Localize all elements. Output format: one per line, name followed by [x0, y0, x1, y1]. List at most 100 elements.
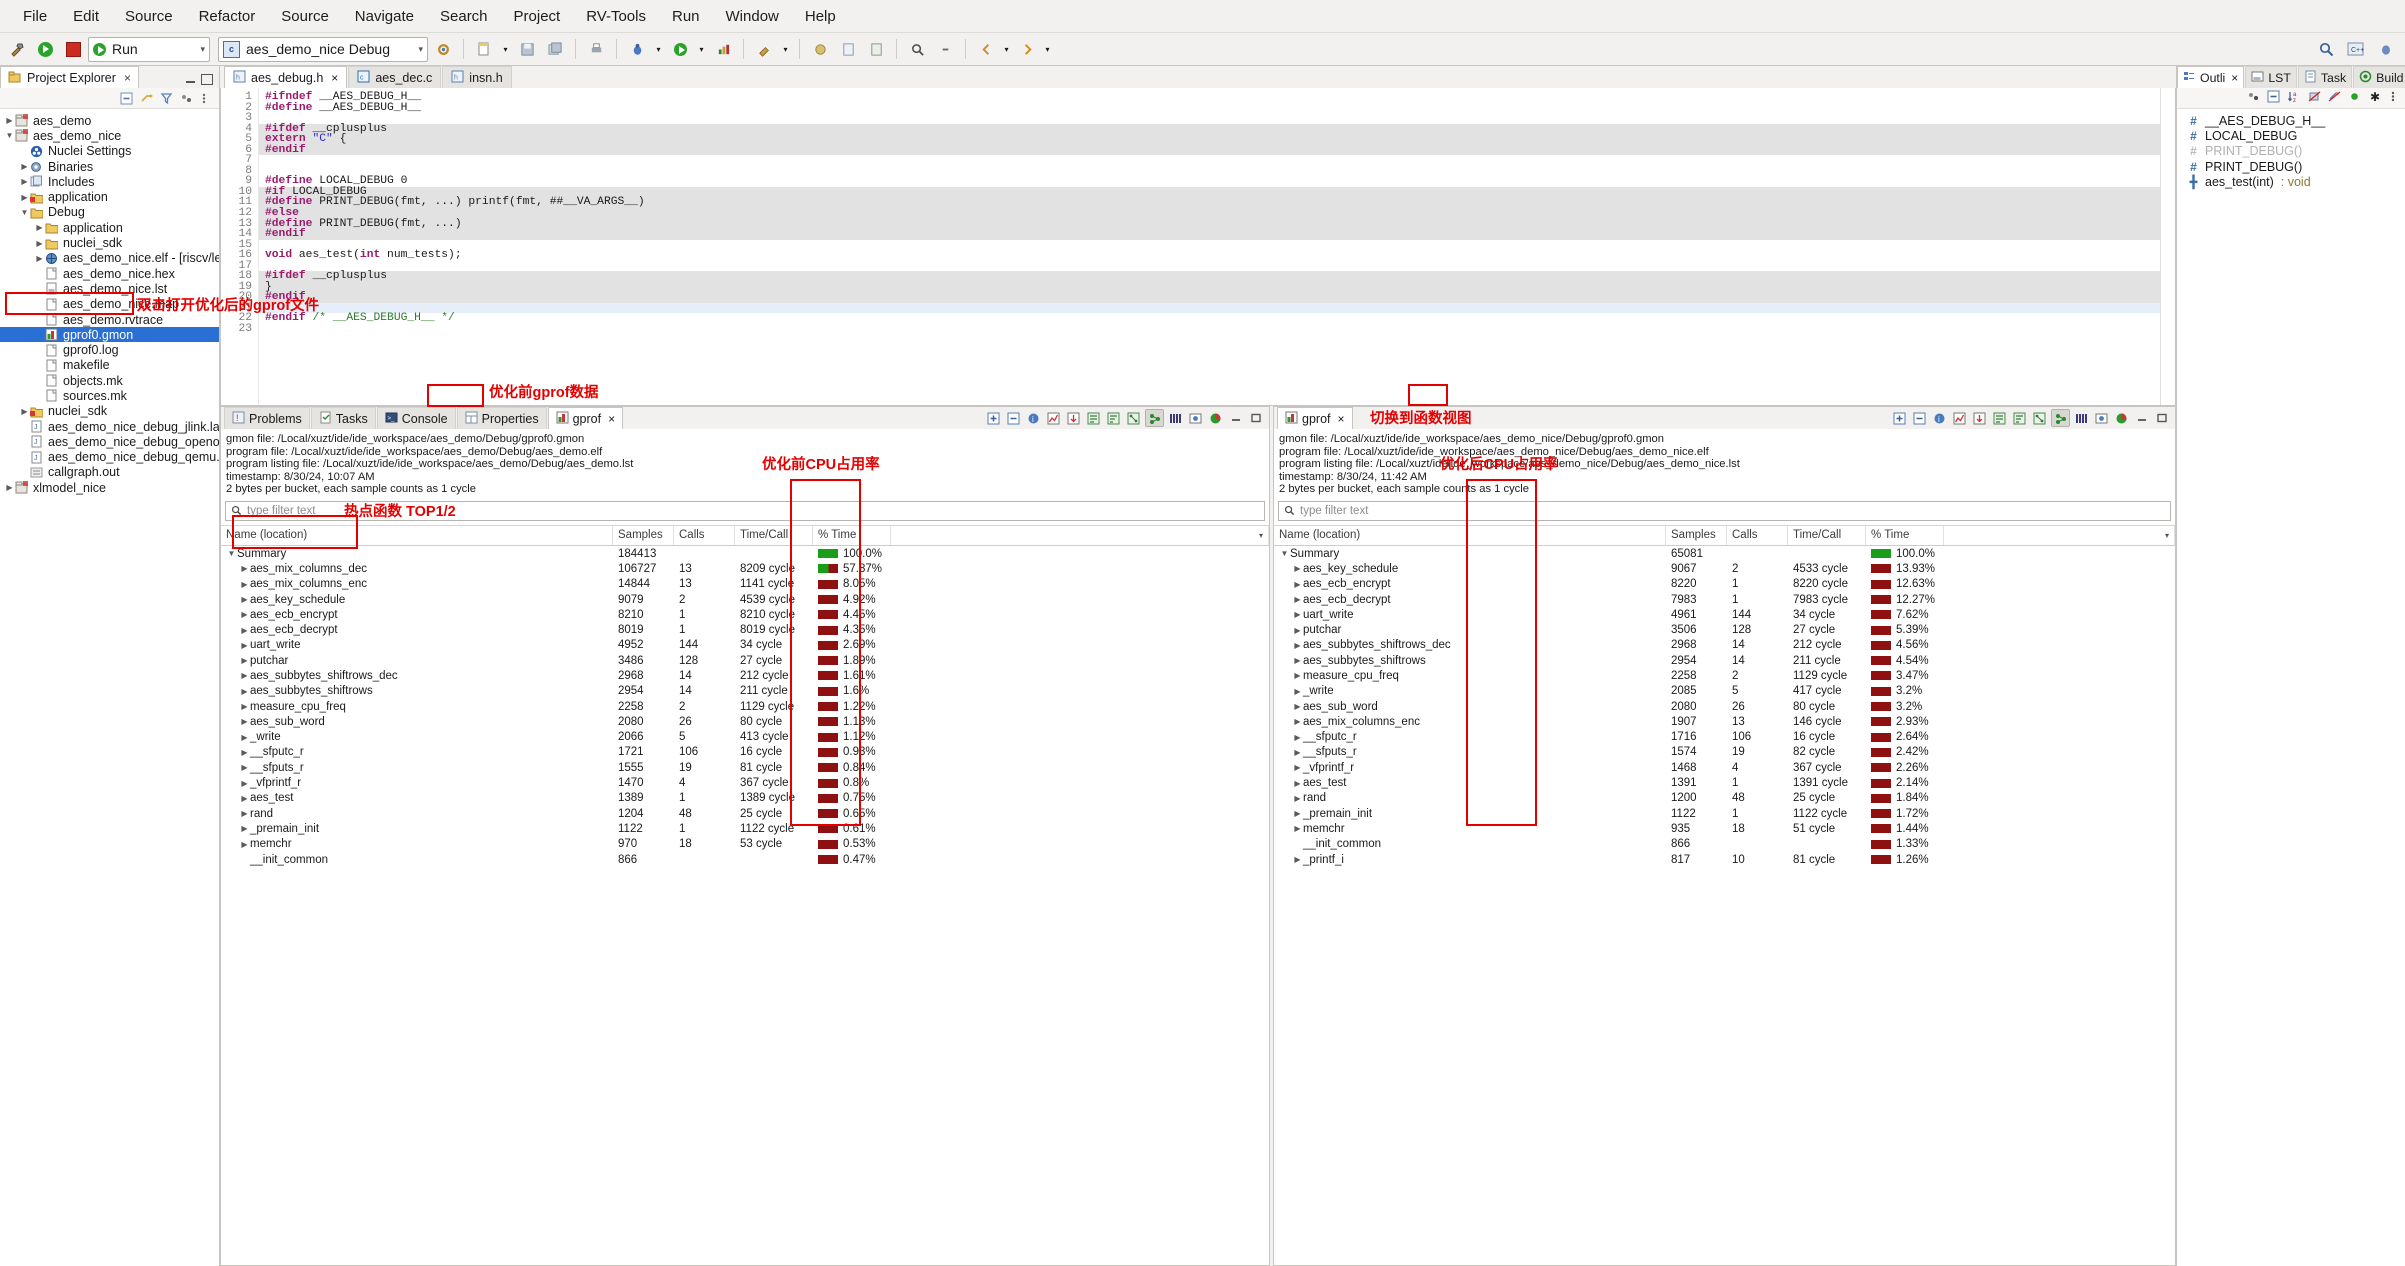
column-header-samples[interactable]: Samples [1666, 525, 1727, 545]
table-row[interactable]: ▶ aes_key_schedule 9079 2 4539 cycle 4.92% [221, 592, 1269, 607]
column-header-time-call[interactable]: Time/Call [735, 525, 813, 545]
editor-tab-aes-dec-c[interactable]: c aes_dec.c [348, 66, 442, 88]
tree-item-includes[interactable]: ▶ Includes [0, 174, 219, 189]
editor-tab-insn-h[interactable]: h insn.h [442, 66, 512, 88]
column-header-name-location-[interactable]: Name (location) [1274, 525, 1666, 545]
close-icon[interactable]: × [608, 412, 615, 426]
menu-item-help[interactable]: Help [792, 5, 849, 28]
table-row[interactable]: ▶ _premain_init 1122 1 1122 cycle 1.72% [1274, 806, 2175, 821]
table-row[interactable]: ▶ uart_write 4961 144 34 cycle 7.62% [1274, 607, 2175, 622]
collapse-all-icon[interactable] [1911, 410, 1928, 426]
chevron-right-icon[interactable]: ▶ [1292, 717, 1303, 726]
column-header-calls[interactable]: Calls [1727, 525, 1788, 545]
chevron-right-icon[interactable]: ▶ [1292, 595, 1303, 604]
chevron-right-icon[interactable]: ▶ [239, 717, 250, 726]
tab-build[interactable]: Build [2353, 66, 2405, 88]
new-file-button[interactable] [471, 36, 497, 62]
run-dropdown[interactable]: ▾ [695, 36, 708, 62]
project-tree[interactable]: ▶aes_demo▼aes_demo_nice▶Nuclei Settings▶… [0, 109, 219, 1266]
back-dropdown[interactable]: ▾ [1001, 36, 1012, 62]
table-row[interactable]: ▶ aes_subbytes_shiftrows 2954 14 211 cycle 4.… [1274, 653, 2175, 668]
pie-chart-icon[interactable] [2113, 410, 2130, 426]
table-body-after[interactable]: ▼ Summary 65081 100.0% ▶ aes_key_schedule 9067… [1274, 546, 2175, 867]
new-header-button[interactable] [835, 36, 861, 62]
table-row[interactable]: __init_common 866 1.33% [1274, 837, 2175, 852]
menu-item-run[interactable]: Run [659, 5, 713, 28]
tab-project-explorer[interactable]: Project Explorer × [0, 66, 139, 88]
call-graph-view-icon[interactable] [2031, 410, 2048, 426]
sample-info-icon[interactable]: i [1025, 410, 1042, 426]
code-line[interactable] [259, 113, 2175, 124]
gprof-table-before[interactable]: Name (location) Samples Calls Time/Call% Ti… [221, 524, 1269, 1265]
chevron-right-icon[interactable]: ▶ [1292, 626, 1303, 635]
tree-item-sources-mk[interactable]: ▶sources.mk [0, 388, 219, 403]
chevron-down-icon[interactable]: ▼ [19, 208, 30, 217]
filter-box-after[interactable]: type filter text [1278, 500, 2171, 521]
table-row[interactable]: ▶ aes_subbytes_shiftrows_dec 2968 14 212 cyc… [221, 668, 1269, 683]
tree-item-aes-demo-nice-debug-jlink-launch[interactable]: ▶Jaes_demo_nice_debug_jlink.launch [0, 419, 219, 434]
table-row[interactable]: ▶ uart_write 4952 144 34 cycle 2.69% [221, 638, 1269, 653]
code-line[interactable]: #endif [259, 144, 2175, 155]
chevron-right-icon[interactable]: ▶ [34, 223, 45, 232]
view-overflow-icon[interactable] [2389, 90, 2397, 106]
chevron-right-icon[interactable]: ▶ [239, 794, 250, 803]
launch-config-combo[interactable]: c aes_demo_nice Debug ▾ [218, 36, 428, 62]
new-file-dropdown[interactable]: ▾ [499, 36, 512, 62]
view-overflow-icon[interactable] [200, 92, 213, 105]
menu-item-edit[interactable]: Edit [60, 5, 112, 28]
table-row[interactable]: ▶ rand 1204 48 25 cycle 0.65% [221, 806, 1269, 821]
table-row[interactable]: ▶ _write 2066 5 413 cycle 1.12% [221, 730, 1269, 745]
tree-item-nuclei-sdk[interactable]: ▶ nuclei_sdk [0, 235, 219, 250]
tree-item-application[interactable]: ▶ application [0, 189, 219, 204]
outline-item[interactable]: ╋ aes_test(int) : void [2177, 174, 2405, 189]
tab-lst[interactable]: LST [2245, 66, 2297, 88]
chevron-right-icon[interactable]: ▶ [1292, 779, 1303, 788]
chart-icon[interactable] [1951, 410, 1968, 426]
tree-item-makefile[interactable]: ▶makefile [0, 358, 219, 373]
editor-tab-aes-debug-h[interactable]: h aes_debug.h × [224, 66, 348, 88]
new-source-button[interactable] [863, 36, 889, 62]
table-columns-icon[interactable] [2073, 410, 2090, 426]
chevron-down-icon[interactable]: ▼ [4, 131, 15, 140]
maximize-icon[interactable] [2153, 410, 2170, 426]
minimize-icon[interactable] [186, 74, 195, 83]
menu-item-rv-tools[interactable]: RV-Tools [573, 5, 659, 28]
perspective-debug-button[interactable] [2373, 36, 2399, 62]
column-header--time[interactable]: % Time [813, 525, 891, 545]
tree-item-binaries[interactable]: ▶ Binaries [0, 159, 219, 174]
tree-item-gprof0-log[interactable]: ▶gprof0.log [0, 342, 219, 357]
table-row[interactable]: ▶ putchar 3506 128 27 cycle 5.39% [1274, 622, 2175, 637]
export-icon[interactable] [1065, 410, 1082, 426]
tree-item-xlmodel-nice[interactable]: ▶ xlmodel_nice [0, 480, 219, 495]
code-line[interactable]: #endif [259, 228, 2175, 240]
chevron-right-icon[interactable]: ▶ [239, 580, 250, 589]
table-row[interactable]: ▶ aes_subbytes_shiftrows 2954 14 211 cycle 1.… [221, 684, 1269, 699]
hide-nonpublic-icon[interactable] [2348, 90, 2361, 106]
column-header--time[interactable]: % Time [1866, 525, 1944, 545]
debug-button[interactable] [624, 36, 650, 62]
menu-item-navigate[interactable]: Navigate [342, 5, 427, 28]
column-header-calls[interactable]: Calls [674, 525, 735, 545]
chevron-right-icon[interactable]: ▶ [239, 779, 250, 788]
table-row[interactable]: ▶ _printf_i 817 10 81 cycle 1.26% [1274, 852, 2175, 867]
column-header-samples[interactable]: Samples [613, 525, 674, 545]
table-row[interactable]: ▶ aes_ecb_decrypt 7983 1 7983 cycle 12.27% [1274, 592, 2175, 607]
chevron-right-icon[interactable]: ▶ [1292, 656, 1303, 665]
export-icon[interactable] [1971, 410, 1988, 426]
tree-item-aes-demo-nice[interactable]: ▼ aes_demo_nice [0, 128, 219, 143]
code-line[interactable]: #endif [259, 292, 2175, 303]
table-row[interactable]: ▶ putchar 3486 128 27 cycle 1.89% [221, 653, 1269, 668]
table-row[interactable]: ▶ measure_cpu_freq 2258 2 1129 cycle 1.22% [221, 699, 1269, 714]
hide-fields-icon[interactable] [2308, 90, 2321, 106]
code-line[interactable]: #define LOCAL_DEBUG 0 [259, 176, 2175, 187]
chart-icon[interactable] [1045, 410, 1062, 426]
column-menu-icon[interactable]: ▾ [891, 525, 1269, 545]
table-row[interactable]: ▶ rand 1200 48 25 cycle 1.84% [1274, 791, 2175, 806]
hide-macros-icon[interactable]: ✱ [2368, 90, 2382, 106]
code-line[interactable] [259, 324, 2175, 335]
code-line[interactable]: extern "C" { [259, 134, 2175, 145]
open-gmon-icon[interactable] [2093, 410, 2110, 426]
tree-item-objects-mk[interactable]: ▶objects.mk [0, 373, 219, 388]
flat-view-icon[interactable] [1991, 410, 2008, 426]
external-tools-dropdown[interactable]: ▾ [779, 36, 792, 62]
